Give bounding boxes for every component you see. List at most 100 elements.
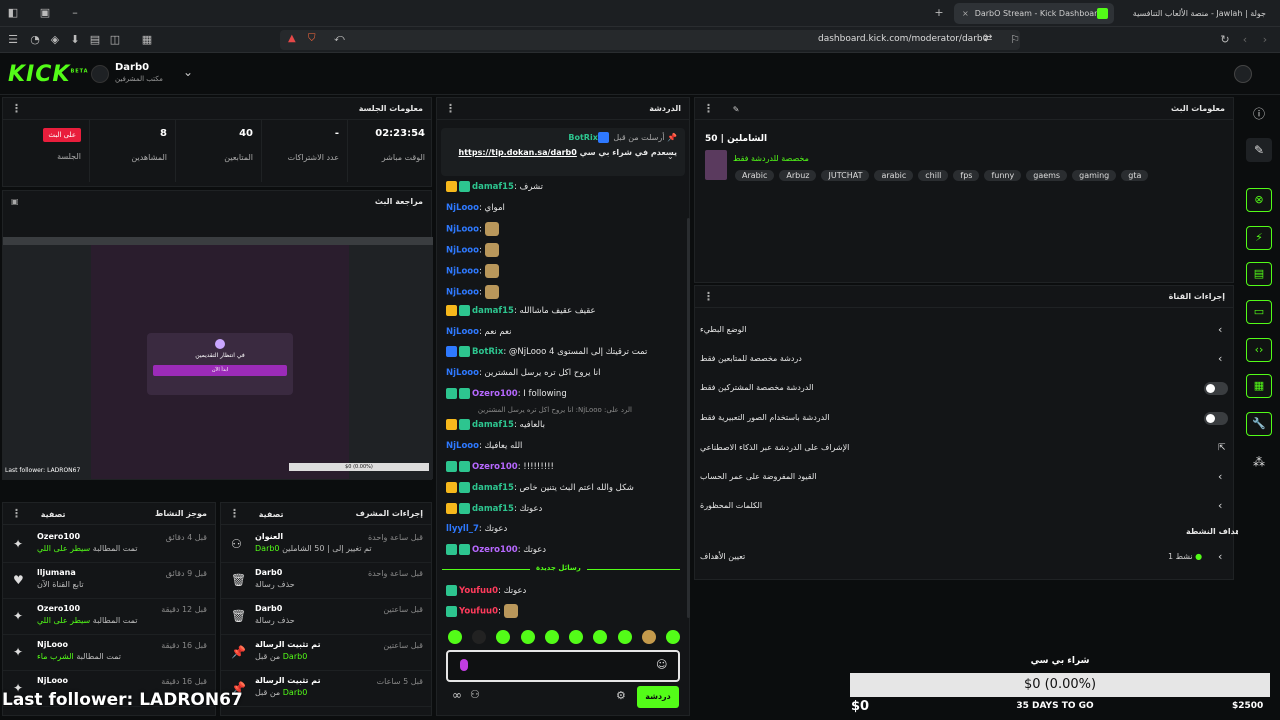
goal-amount: $0 (0.00%)	[1023, 677, 1097, 692]
info-icon[interactable]: ⓘ	[1246, 102, 1272, 126]
setting-goals[interactable]: تعيين الأهداف ● نشط 1 ›	[700, 543, 1230, 571]
url-text[interactable]: dashboard.kick.com/moderator/darb0	[818, 34, 988, 44]
wrench-icon[interactable]: 🔧	[1246, 412, 1272, 436]
setting-followers-only[interactable]: دردشة مخصصة للمتابعين فقط ›	[700, 345, 1230, 373]
more-options-icon[interactable]: ⋮	[445, 98, 456, 119]
edit-url-icon[interactable]: ⤺	[334, 33, 345, 44]
sidebar-toggle-icon[interactable]: ◧	[6, 6, 20, 20]
close-icon[interactable]: ×	[962, 9, 969, 18]
filter-button[interactable]: تصفية	[41, 510, 66, 519]
chat-username[interactable]: damaf15	[472, 306, 514, 316]
edit-icon[interactable]: ✎	[1246, 138, 1272, 162]
setting-banned-words[interactable]: الكلمات المحظورة ›	[700, 492, 1230, 520]
chat-username[interactable]: damaf15	[472, 483, 514, 493]
chat-username[interactable]: damaf15	[472, 504, 514, 514]
emote-icon[interactable]	[544, 630, 559, 644]
more-options-icon[interactable]: ⋮	[703, 286, 714, 307]
notes-icon[interactable]: ▤	[88, 33, 102, 47]
chat-username[interactable]: BotRix	[472, 347, 503, 357]
channel-name[interactable]: Darb0	[115, 62, 149, 73]
more-options-icon[interactable]: ⋮	[11, 98, 22, 119]
send-chat-button[interactable]: دردشة	[637, 686, 679, 708]
address-bar[interactable]: ▲ ⛉ ⤺ dashboard.kick.com/moderator/darb0…	[280, 30, 1020, 50]
edit-icon[interactable]: ✎	[733, 105, 740, 114]
kick-logo[interactable]: KICKBETA	[8, 62, 89, 87]
emote-icon[interactable]	[665, 630, 680, 644]
chat-username[interactable]: NjLooo	[446, 288, 479, 298]
archive-icon[interactable]: ▦	[1246, 374, 1272, 398]
chat-username[interactable]: NjLooo	[446, 225, 479, 235]
reload-icon[interactable]: ↻	[1218, 33, 1232, 47]
chat-username[interactable]: NjLooo	[446, 327, 479, 337]
setting-ai-moderation[interactable]: الإشراف على الدردشة عبر الذكاء الاصطناعي…	[700, 434, 1230, 462]
emote-icon[interactable]	[496, 630, 511, 644]
new-tab-icon[interactable]: +	[932, 6, 946, 20]
more-options-icon[interactable]: ⋮	[11, 507, 22, 520]
chat-bubble-icon[interactable]: ▭	[1246, 300, 1272, 324]
activity-feed-panel: موجز النشاط تصفية ⋮ ✦ Ozero100 تمت المطالب…	[2, 502, 216, 716]
stream-video[interactable]: في انتظار التقديمين ابدأ الآن Last follo…	[3, 237, 433, 479]
ban-icon[interactable]: ⊗	[1246, 188, 1272, 212]
setting-account-age[interactable]: القيود المفروضة على عمر الحساب ›	[700, 463, 1230, 491]
minimize-icon[interactable]: –	[68, 6, 82, 20]
panel-icon[interactable]: ◫	[108, 33, 122, 47]
more-options-icon[interactable]: ⋮	[703, 102, 714, 115]
chat-username[interactable]: NjLooo	[446, 441, 479, 451]
emote-icon[interactable]	[617, 630, 632, 644]
menu-icon[interactable]: ☰	[6, 33, 20, 47]
chat-username[interactable]: NjLooo	[446, 267, 479, 277]
user-avatar[interactable]	[1234, 65, 1252, 83]
settings-icon[interactable]: ⚙	[616, 689, 626, 702]
chevron-right-icon: ›	[1218, 499, 1223, 512]
bookmark-icon[interactable]: ⚐	[1008, 33, 1022, 47]
download-icon[interactable]: ⬇	[68, 33, 82, 47]
chat-username[interactable]: damaf15	[472, 182, 514, 192]
chat-scrollbar[interactable]	[687, 218, 690, 618]
pin-icon: 📌	[667, 133, 677, 142]
pinned-link[interactable]: https://tip.dokan.sa/darb0	[459, 148, 577, 157]
share-icon[interactable]: ⇄	[984, 33, 992, 44]
chat-username[interactable]: NjLooo	[446, 246, 479, 256]
chat-username[interactable]: Ozero100	[472, 462, 518, 472]
infinity-icon[interactable]: ∞	[452, 688, 462, 702]
code-icon[interactable]: ‹›	[1246, 338, 1272, 362]
emote-icon[interactable]	[472, 630, 487, 644]
setting-slow-mode[interactable]: الوضع البطيء ›	[700, 316, 1230, 344]
chat-username[interactable]: Ozero100	[472, 389, 518, 399]
emote-icon[interactable]	[569, 630, 584, 644]
tab-jawlah[interactable]: جولة | Jawlah - منصة الألعاب التنافسية	[1124, 3, 1274, 24]
emote-icon[interactable]	[448, 630, 462, 644]
channel-avatar[interactable]	[91, 65, 109, 83]
brave-shield-icon[interactable]: ⛉	[308, 33, 316, 44]
emote-icon[interactable]	[641, 630, 656, 644]
chevron-down-icon[interactable]: ⌄	[183, 65, 193, 79]
emote-icon[interactable]	[520, 630, 535, 644]
clipboard-icon[interactable]: ▤	[1246, 262, 1272, 286]
mod-action-row: 📌 تم تثبيت الرسالة من قبل Darb0 قبل ساعتي…	[221, 635, 431, 671]
back-icon[interactable]: ‹	[1238, 33, 1252, 47]
pinned-message[interactable]: 📌 أرسلت من قبل BotRix يسعدم في شراء بي س…	[441, 128, 685, 176]
chat-username[interactable]: damaf15	[472, 420, 514, 430]
emotes-only-toggle[interactable]	[1204, 412, 1228, 425]
shield-icon[interactable]: ◈	[48, 33, 62, 47]
emote-icon[interactable]	[593, 630, 608, 644]
tab-kick-dashboard[interactable]: × DarbO Stream - Kick Dashboard	[954, 3, 1114, 24]
speed-dial-icon[interactable]: ◔	[28, 33, 42, 47]
more-options-icon[interactable]: ⋮	[229, 507, 240, 520]
chat-username[interactable]: llyyll_7	[446, 524, 479, 534]
reader-icon[interactable]: ▦	[140, 33, 154, 47]
microphone-icon[interactable]	[460, 659, 468, 671]
chat-username[interactable]: Ozero100	[472, 545, 518, 555]
emoji-icon[interactable]: ☺	[656, 658, 667, 671]
tab-manager-icon[interactable]: ▣	[38, 6, 52, 20]
chat-input[interactable]: ☺	[446, 650, 680, 682]
chat-username[interactable]: NjLooo	[446, 368, 479, 378]
filter-button[interactable]: تصفية	[259, 510, 284, 519]
chat-username[interactable]: NjLooo	[446, 203, 479, 213]
forward-icon[interactable]: ›	[1258, 33, 1272, 47]
subscribers-only-toggle[interactable]	[1204, 382, 1228, 395]
chevron-down-icon[interactable]: ⌄	[667, 152, 674, 161]
apps-icon[interactable]: ⁂	[1246, 450, 1272, 474]
lightning-icon[interactable]: ⚡	[1246, 226, 1272, 250]
users-icon[interactable]: ⚇	[470, 688, 480, 701]
